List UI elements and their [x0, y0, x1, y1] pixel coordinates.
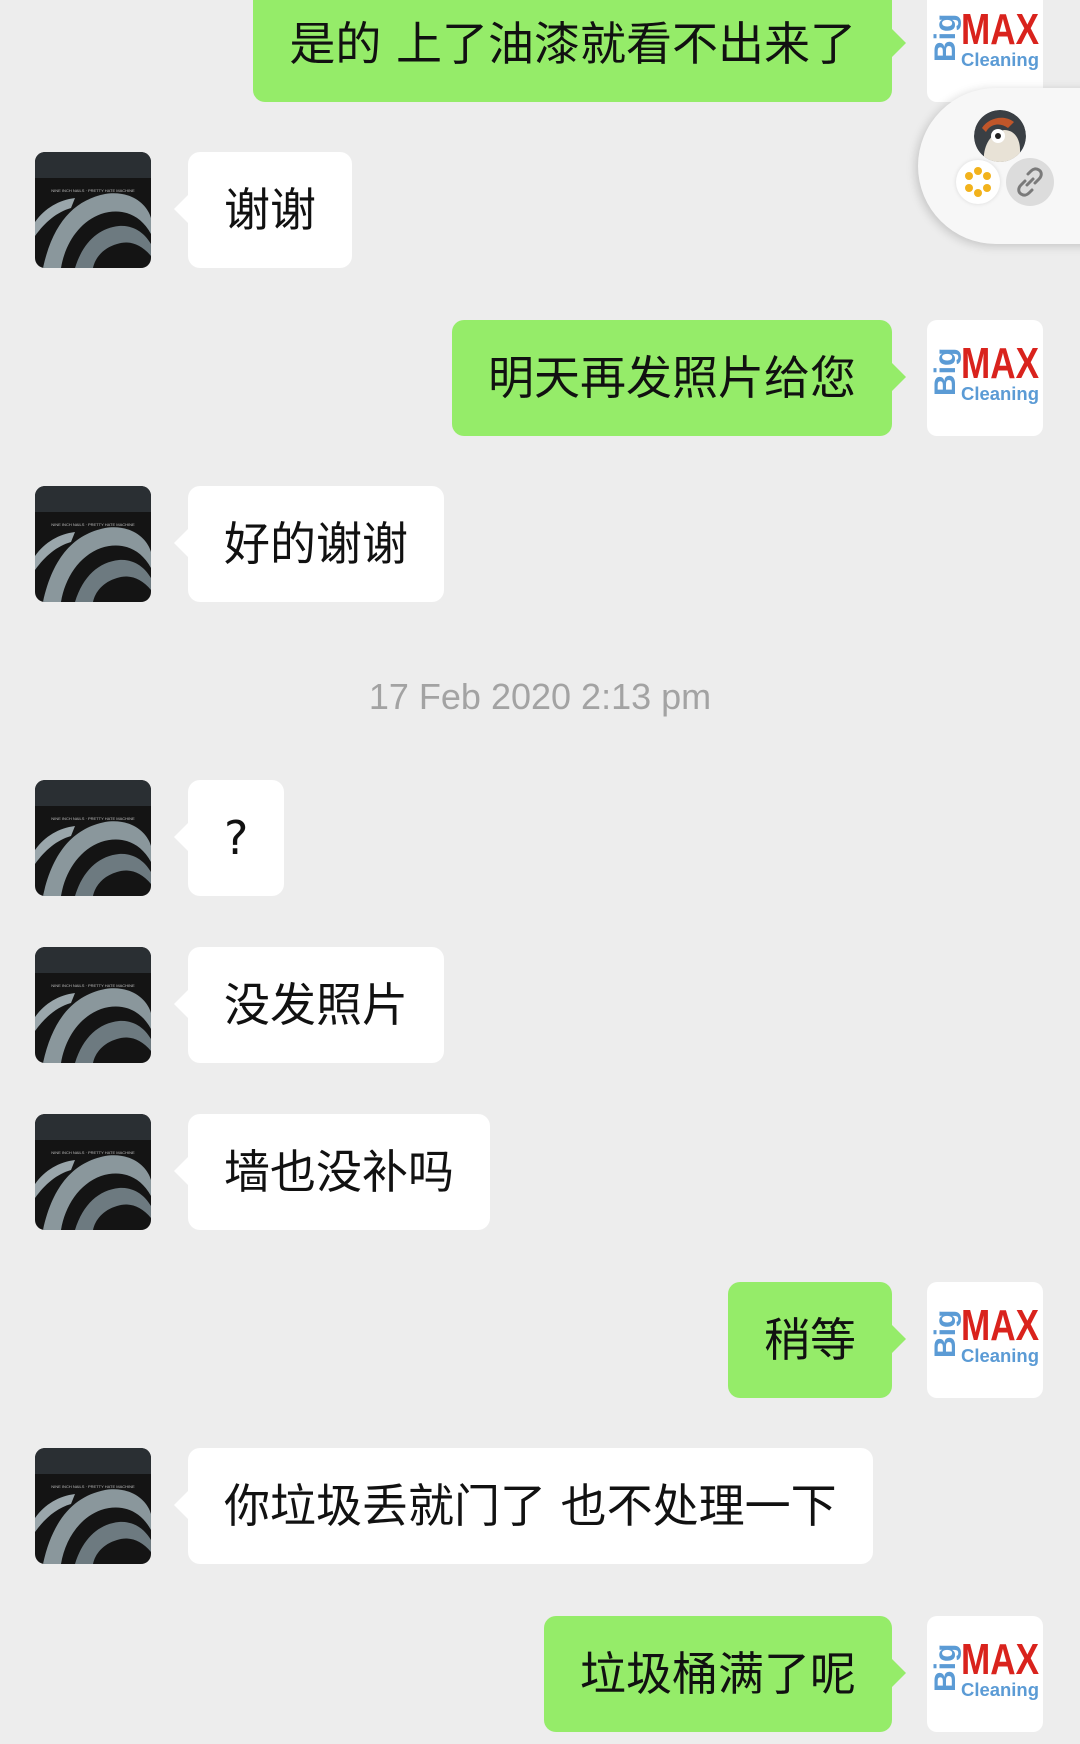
- bigmax-logo-avatar[interactable]: Big MAX Cleaning: [927, 1616, 1043, 1732]
- logo-big-text: Big: [929, 1310, 962, 1358]
- logo-big-text: Big: [929, 348, 962, 396]
- logo-cleaning-text: Cleaning: [961, 384, 1039, 404]
- bigmax-logo-avatar[interactable]: Big MAX Cleaning: [927, 1282, 1043, 1398]
- message-bubble-incoming[interactable]: 你垃圾丢就门了 也不处理一下: [174, 1448, 873, 1564]
- album-banner-text: NINE INCH NAILS · PRETTY HATE MACHINE: [51, 522, 135, 527]
- chat-timestamp: 17 Feb 2020 2:13 pm: [368, 676, 712, 717]
- logo-cleaning-text: Cleaning: [961, 1346, 1039, 1366]
- nin-album-avatar[interactable]: NINE INCH NAILS · PRETTY HATE MACHINE: [35, 486, 151, 602]
- album-banner-text: NINE INCH NAILS · PRETTY HATE MACHINE: [51, 983, 135, 988]
- bigmax-logo-avatar[interactable]: Big MAX Cleaning: [927, 320, 1043, 436]
- message-bubble-incoming[interactable]: 谢谢: [174, 152, 352, 268]
- mini-avatar-icon: [974, 110, 1026, 162]
- logo-max-text: MAX: [961, 339, 1039, 388]
- message-bubble-incoming[interactable]: 好的谢谢: [174, 486, 444, 602]
- album-banner-text: NINE INCH NAILS · PRETTY HATE MACHINE: [51, 816, 135, 821]
- chat-thread: 是的 上了油漆就看不出来了 Big MAX Cleaning NINE INCH…: [0, 0, 1080, 1744]
- message-bubble-incoming[interactable]: 没发照片: [174, 947, 444, 1063]
- album-banner-text: NINE INCH NAILS · PRETTY HATE MACHINE: [51, 1150, 135, 1155]
- message-bubble-outgoing[interactable]: 垃圾桶满了呢: [544, 1616, 906, 1732]
- logo-big-text: Big: [929, 14, 962, 62]
- loading-spinner-icon: [956, 160, 1000, 204]
- logo-cleaning-text: Cleaning: [961, 50, 1039, 70]
- logo-big-text: Big: [929, 1644, 962, 1692]
- logo-cleaning-text: Cleaning: [961, 1680, 1039, 1700]
- nin-album-avatar[interactable]: NINE INCH NAILS · PRETTY HATE MACHINE: [35, 152, 151, 268]
- message-bubble-outgoing[interactable]: 是的 上了油漆就看不出来了: [253, 0, 906, 102]
- message-bubble-incoming[interactable]: 墙也没补吗: [174, 1114, 490, 1230]
- album-banner-text: NINE INCH NAILS · PRETTY HATE MACHINE: [51, 188, 135, 193]
- message-bubble-outgoing[interactable]: 明天再发照片给您: [452, 320, 906, 436]
- message-bubble-outgoing[interactable]: 稍等: [728, 1282, 906, 1398]
- nin-album-avatar[interactable]: NINE INCH NAILS · PRETTY HATE MACHINE: [35, 947, 151, 1063]
- nin-album-avatar[interactable]: NINE INCH NAILS · PRETTY HATE MACHINE: [35, 780, 151, 896]
- link-icon[interactable]: [1006, 158, 1054, 206]
- album-banner-text: NINE INCH NAILS · PRETTY HATE MACHINE: [51, 1484, 135, 1489]
- nin-album-avatar[interactable]: NINE INCH NAILS · PRETTY HATE MACHINE: [35, 1448, 151, 1564]
- logo-max-text: MAX: [961, 5, 1039, 54]
- nin-album-avatar[interactable]: NINE INCH NAILS · PRETTY HATE MACHINE: [35, 1114, 151, 1230]
- logo-max-text: MAX: [961, 1635, 1039, 1684]
- message-bubble-incoming[interactable]: ?: [173, 780, 285, 896]
- bigmax-logo-avatar[interactable]: Big MAX Cleaning: [927, 0, 1043, 102]
- floating-window-pill[interactable]: [918, 88, 1080, 244]
- logo-max-text: MAX: [961, 1301, 1039, 1350]
